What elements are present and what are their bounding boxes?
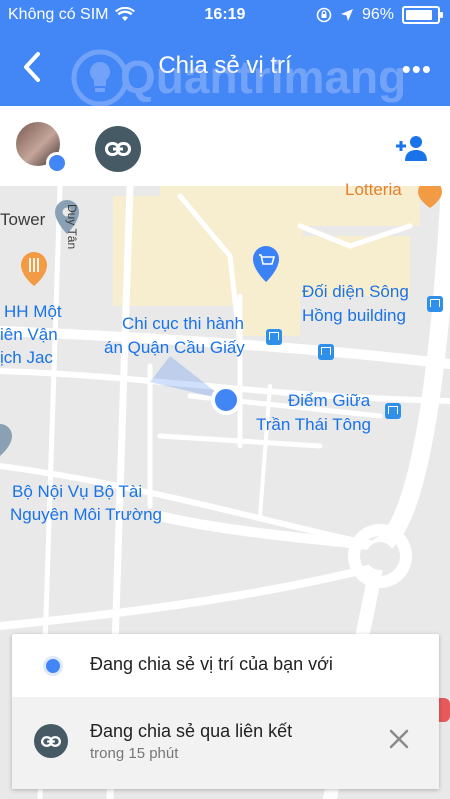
share-link-button[interactable] (95, 126, 141, 172)
battery-icon (402, 6, 443, 24)
location-dot-icon (43, 656, 63, 676)
status-bar: Không có SIM 16:19 96% (0, 0, 450, 32)
sharing-with-text: Đang chia sẻ vị trí của bạn với (90, 654, 333, 674)
contact-avatar[interactable] (14, 120, 68, 174)
bus-stop-icon (385, 403, 401, 419)
location-arrow-icon (340, 9, 353, 21)
map-label-chi-cuc-1: Chi cục thi hành (122, 314, 244, 333)
bus-stop-icon (318, 344, 334, 360)
lock-rotation-icon (316, 7, 332, 23)
map-label-chi-cuc-2: án Quận Cầu Giấy (104, 338, 245, 357)
toolbar: Chia sẻ vị trí ••• (0, 40, 450, 96)
map-label-hh-mot: HH Một (4, 302, 62, 321)
app-bar: Không có SIM 16:19 96% Chia sẻ vị trí ••… (0, 0, 450, 107)
sharing-link-row[interactable]: Đang chia sẻ qua liên kết trong 15 phút (12, 697, 439, 789)
sharing-with-row[interactable]: Đang chia sẻ vị trí của bạn với (12, 634, 439, 697)
sharing-bar (0, 106, 450, 186)
sharing-duration-text: trong 15 phút (90, 745, 179, 762)
map-label-doi-dien-1: Đối diện Sông (302, 282, 409, 301)
map-label-duy-tan: Duy Tân (65, 204, 79, 250)
sharing-link-text: Đang chia sẻ qua liên kết (90, 721, 293, 741)
map-label-tower: Tower (0, 210, 46, 229)
map-label-doi-dien-2: Hồng building (302, 306, 406, 325)
map-label-bo-noi-vu-1: Bộ Nội Vụ Bộ Tài (12, 482, 143, 501)
battery-text: 96% (361, 6, 394, 23)
current-location-dot (211, 385, 241, 415)
map-label-diem-giua-1: Điểm Giữa (288, 391, 371, 410)
map-label-ich-jac: ịch Jac (0, 348, 53, 367)
page-title: Chia sẻ vị trí (158, 52, 292, 79)
link-icon (105, 142, 131, 156)
add-person-icon[interactable] (394, 134, 430, 162)
sharing-indicator-dot (46, 152, 68, 174)
restaurant-icon (418, 186, 442, 208)
restaurant-icon (21, 252, 47, 286)
map-label-ien-van: iên Vận (0, 325, 58, 344)
link-icon (34, 724, 68, 758)
bus-stop-icon (266, 329, 282, 345)
bus-stop-icon (427, 296, 443, 312)
map-label-bo-noi-vu-2: Nguyên Môi Trường (10, 505, 162, 524)
close-icon[interactable] (387, 727, 411, 751)
sharing-sheet: Đang chia sẻ vị trí của bạn với Đang chi… (12, 634, 439, 789)
map-label-lotteria: Lotteria (345, 180, 402, 199)
more-icon[interactable]: ••• (402, 54, 432, 85)
map-label-diem-giua-2: Trần Thái Tông (256, 415, 371, 434)
place-icon (0, 424, 12, 456)
